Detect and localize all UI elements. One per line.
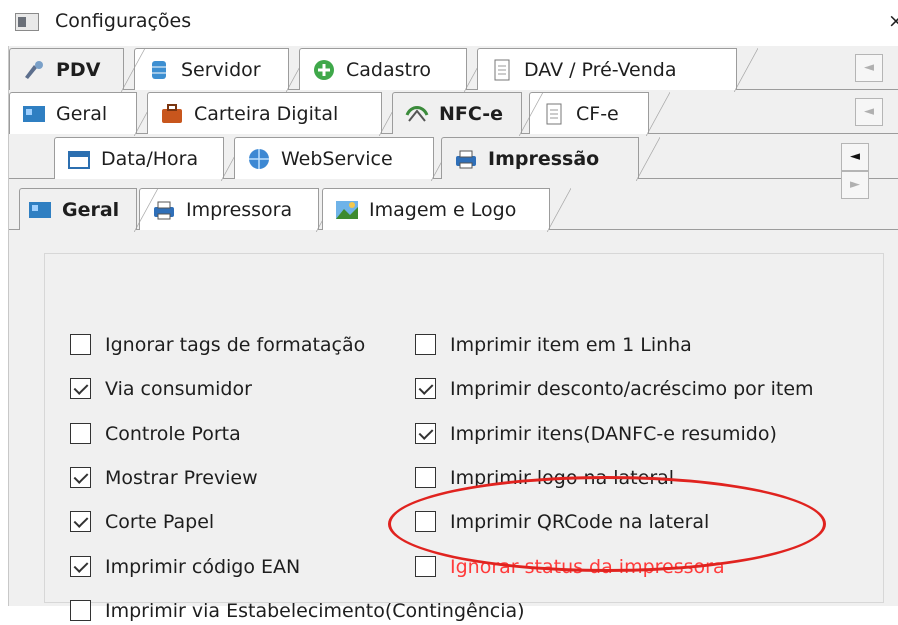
options-panel: Ignorar tags de formatação Via consumido… [44, 253, 884, 622]
checkbox[interactable] [415, 556, 436, 577]
scroll-left-button[interactable]: ◄ [841, 143, 869, 171]
checkbox[interactable] [415, 511, 436, 532]
image-icon [336, 201, 358, 219]
database-icon [152, 61, 166, 79]
calendar-icon [68, 151, 90, 169]
tab-label: Carteira Digital [194, 103, 339, 125]
checkbox[interactable] [415, 378, 436, 399]
option-via-consumidor[interactable]: Via consumidor [70, 375, 252, 403]
tab-label: CF-e [576, 103, 619, 125]
tab-label: Cadastro [346, 59, 431, 81]
checkbox[interactable] [70, 556, 91, 577]
checkbox[interactable] [70, 511, 91, 532]
document-icon [546, 103, 562, 125]
option-imprimir-via-estabelecimento[interactable]: Imprimir via Estabelecimento(Contingênci… [70, 597, 525, 625]
window-titlebar: Configurações × [0, 0, 898, 46]
option-imprimir-itens-resumido[interactable]: Imprimir itens(DANFC-e resumido) [415, 420, 777, 448]
tab-impressora[interactable]: Impressora [139, 188, 340, 232]
tab-label: Impressão [488, 148, 600, 170]
tab-label: DAV / Pré-Venda [524, 59, 677, 81]
tabs-level4: Geral Impressora Imagem e Logo [9, 186, 898, 232]
option-imprimir-qrcode-lateral[interactable]: Imprimir QRCode na lateral [415, 508, 709, 536]
pdv-tools-icon [25, 61, 43, 79]
option-mostrar-preview[interactable]: Mostrar Preview [70, 464, 258, 492]
tabs-level3: Data/Hora WebService Impressão ◄ ► [9, 135, 898, 199]
option-ignorar-tags-formatacao[interactable]: Ignorar tags de formatação [70, 331, 365, 359]
tab-dav-pre-venda[interactable]: DAV / Pré-Venda [477, 48, 758, 92]
globe-icon [249, 149, 269, 169]
tab-label: Impressora [186, 199, 293, 221]
tabs-level2: Geral Carteira Digital NFC-e CF-e ◄ [9, 90, 898, 136]
tab-impressao[interactable]: Impressão [441, 137, 660, 181]
scroll-left-button[interactable]: ◄ [855, 98, 883, 126]
option-imprimir-item-1-linha[interactable]: Imprimir item em 1 Linha [415, 331, 692, 359]
tab-scroll-level1: ◄ [855, 54, 898, 82]
tab-cf-e[interactable]: CF-e [529, 92, 670, 136]
nfce-icon [405, 106, 429, 122]
tab-label: Data/Hora [101, 148, 199, 170]
tab-pdv[interactable]: PDV [9, 48, 145, 92]
tab-label: PDV [56, 59, 101, 81]
tab-label: Servidor [181, 59, 261, 81]
tab-cadastro[interactable]: Cadastro [299, 48, 488, 92]
tab-label: Imagem e Logo [369, 199, 517, 221]
checkbox[interactable] [70, 467, 91, 488]
tab-webservice[interactable]: WebService [234, 137, 455, 181]
option-imprimir-codigo-ean[interactable]: Imprimir código EAN [70, 553, 300, 581]
tab-scroll-level2: ◄ [855, 98, 898, 126]
close-button[interactable]: × [888, 10, 898, 32]
checkbox[interactable] [415, 423, 436, 444]
tab-carteira-digital[interactable]: Carteira Digital [147, 92, 403, 136]
checkbox[interactable] [70, 334, 91, 355]
tab-label: WebService [281, 148, 393, 170]
checkbox[interactable] [415, 334, 436, 355]
checkbox[interactable] [70, 423, 91, 444]
add-green-icon [314, 60, 334, 80]
tab-label: Geral [56, 103, 108, 125]
tab-nfc-e[interactable]: NFC-e [392, 92, 543, 136]
checkbox[interactable] [415, 467, 436, 488]
option-imprimir-desconto-acrescimo[interactable]: Imprimir desconto/acréscimo por item [415, 375, 814, 403]
option-imprimir-logo-lateral[interactable]: Imprimir logo na lateral [415, 464, 674, 492]
tab-geral-sub[interactable]: Geral [19, 188, 158, 232]
tabs-level1: PDV Servidor Cadastro DAV / Pré-Venda ◄ [9, 46, 898, 92]
tab-scroll-level3: ◄ ► [841, 143, 898, 199]
tab-imagem-e-logo[interactable]: Imagem e Logo [322, 188, 571, 232]
printer-icon [456, 150, 476, 169]
app-icon [15, 13, 39, 31]
tab-geral[interactable]: Geral [9, 92, 158, 136]
checkbox[interactable] [70, 600, 91, 621]
tab-label: Geral [62, 199, 120, 221]
tab-data-hora[interactable]: Data/Hora [54, 137, 245, 181]
geral-icon [23, 106, 45, 122]
tab-servidor[interactable]: Servidor [134, 48, 310, 92]
option-ignorar-status-impressora[interactable]: Ignorar status da impressora [415, 553, 725, 581]
checkbox[interactable] [70, 378, 91, 399]
scroll-left-button[interactable]: ◄ [855, 54, 883, 82]
tab-label: NFC-e [439, 103, 504, 125]
document-icon [494, 59, 510, 81]
settings-frame: PDV Servidor Cadastro DAV / Pré-Venda ◄ … [8, 46, 898, 622]
geral-icon [29, 202, 51, 218]
window-title: Configurações [55, 10, 192, 32]
option-controle-porta[interactable]: Controle Porta [70, 420, 241, 448]
briefcase-icon [162, 104, 182, 123]
option-corte-papel[interactable]: Corte Papel [70, 508, 214, 536]
